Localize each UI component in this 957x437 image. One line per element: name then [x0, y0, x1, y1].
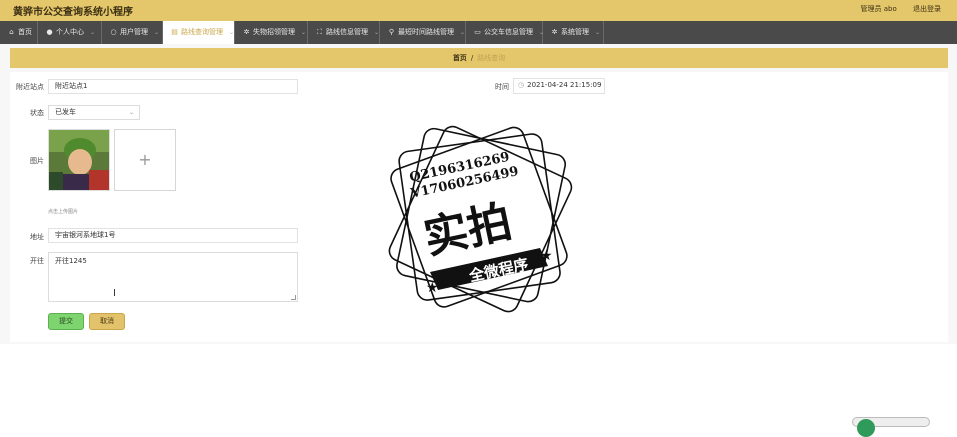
nearby-station-input[interactable]: 附近站点1: [48, 79, 298, 94]
home-icon: ⌂: [9, 28, 14, 36]
text-cursor-icon: I: [113, 288, 116, 299]
chevron-down-icon: ⌄: [301, 29, 307, 36]
depart-label: 开往: [30, 257, 44, 265]
address-input[interactable]: 宇宙银河系地球1号: [48, 228, 298, 243]
widget-logo-icon: [857, 419, 875, 437]
time-label: 时间: [495, 83, 509, 91]
gear-icon: ✲: [243, 28, 250, 36]
image-label: 图片: [30, 157, 44, 165]
list-icon: ▤: [171, 28, 178, 36]
gear-icon: ✲: [551, 28, 558, 36]
chevron-down-icon: ⌄: [595, 29, 601, 36]
star-icon: ★: [426, 280, 439, 296]
bus-icon: ▭: [474, 28, 481, 36]
user-icon: ●: [46, 28, 53, 36]
nav-item-route-info-management[interactable]: ⛶ 路线信息管理 ⌄: [308, 21, 380, 44]
nav-item-system-management[interactable]: ✲ 系统管理 ⌄: [543, 21, 604, 44]
nav-item-shortest-route-management[interactable]: ⚲ 最短时间路线管理 ⌄: [380, 21, 466, 44]
clock-icon: ◷: [518, 81, 525, 89]
watermark-main-text: 实拍: [420, 196, 517, 264]
chevron-down-icon: ⌄: [229, 29, 235, 36]
top-bar: 黄骅市公交查询系统小程序 管理员 abo 退出登录: [0, 0, 957, 21]
main-nav: ⌂ 首页 ● 个人中心 ⌄ ○ 用户管理 ⌄ ▤ 路线查询管理 ⌄ ✲ 失物招领管理 ⌄ ⛶ 路线信…: [0, 21, 957, 44]
chevron-down-icon: ⌄: [90, 29, 96, 36]
status-label: 状态: [30, 109, 44, 117]
submit-button[interactable]: 提交: [48, 313, 84, 330]
watermark-stamp: Q2196316269 V17060256499 实拍 全微程序 ★ ★: [388, 125, 573, 313]
time-picker[interactable]: ◷ 2021-04-24 21:15:09: [513, 78, 605, 94]
nav-item-user-management[interactable]: ○ 用户管理 ⌄: [102, 21, 163, 44]
star-icon: ★: [540, 248, 553, 264]
chevron-down-icon: ⌄: [374, 29, 380, 36]
breadcrumb-home[interactable]: 首页: [453, 54, 467, 62]
nav-item-route-query-management[interactable]: ▤ 路线查询管理 ⌄: [163, 21, 235, 44]
status-select[interactable]: 已发车 ⌄: [48, 105, 140, 120]
resize-handle[interactable]: [291, 295, 296, 300]
plus-icon: +: [138, 150, 152, 169]
floating-widget[interactable]: [852, 417, 930, 437]
uploaded-image-thumbnail[interactable]: [48, 129, 110, 191]
admin-user-label: 管理员 abo: [860, 5, 897, 13]
breadcrumb-separator: /: [470, 54, 474, 62]
nearby-station-label: 附近站点: [16, 83, 44, 91]
nav-item-home[interactable]: ⌂ 首页: [0, 21, 38, 44]
app-title: 黄骅市公交查询系统小程序: [13, 7, 133, 18]
upload-image-button[interactable]: +: [114, 129, 176, 191]
logout-link[interactable]: 退出登录: [913, 5, 941, 13]
cancel-button[interactable]: 取消: [89, 313, 125, 330]
pin-icon: ⚲: [388, 28, 395, 36]
depart-textarea[interactable]: 开往1245: [48, 252, 298, 302]
nav-item-personal-center[interactable]: ● 个人中心 ⌄: [38, 21, 102, 44]
address-label: 地址: [30, 233, 44, 241]
chevron-down-icon: ⌄: [154, 29, 160, 36]
breadcrumb-current: 路线查询: [477, 54, 506, 62]
upload-hint: 点击上传图片: [48, 209, 79, 215]
anime-character-image: [49, 130, 109, 190]
chevron-down-icon: ⌄: [128, 109, 134, 116]
circle-icon: ○: [110, 28, 117, 36]
chevron-down-icon: ⌄: [460, 29, 466, 36]
nav-item-lost-found-management[interactable]: ✲ 失物招领管理 ⌄: [235, 21, 308, 44]
expand-icon: ⛶: [317, 28, 322, 36]
nav-item-bus-info-management[interactable]: ▭ 公交车信息管理 ⌄: [466, 21, 544, 44]
breadcrumb: 首页 / 路线查询: [10, 48, 948, 68]
top-right-actions: 管理员 abo 退出登录: [847, 4, 941, 14]
